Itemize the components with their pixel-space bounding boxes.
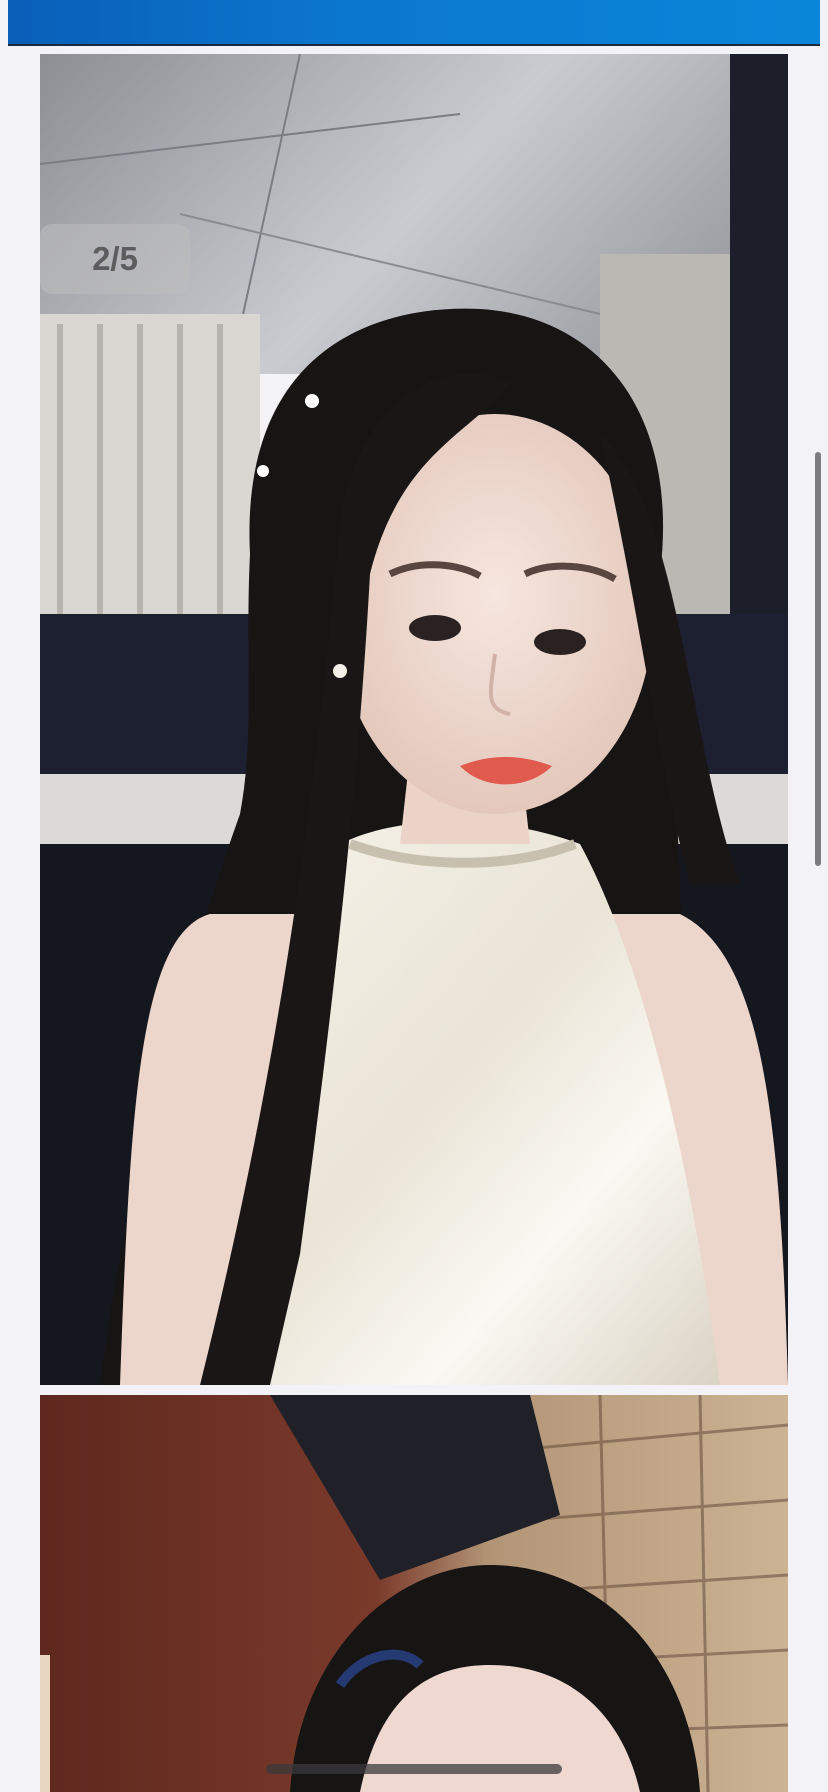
home-indicator[interactable] (266, 1764, 562, 1774)
portrait-photo-image (40, 1395, 788, 1792)
photo-item[interactable] (40, 1395, 788, 1792)
scrollbar[interactable] (815, 452, 821, 866)
photo-counter-text: 2/5 (92, 240, 138, 277)
photo-counter-badge: 2/5 (40, 224, 190, 294)
